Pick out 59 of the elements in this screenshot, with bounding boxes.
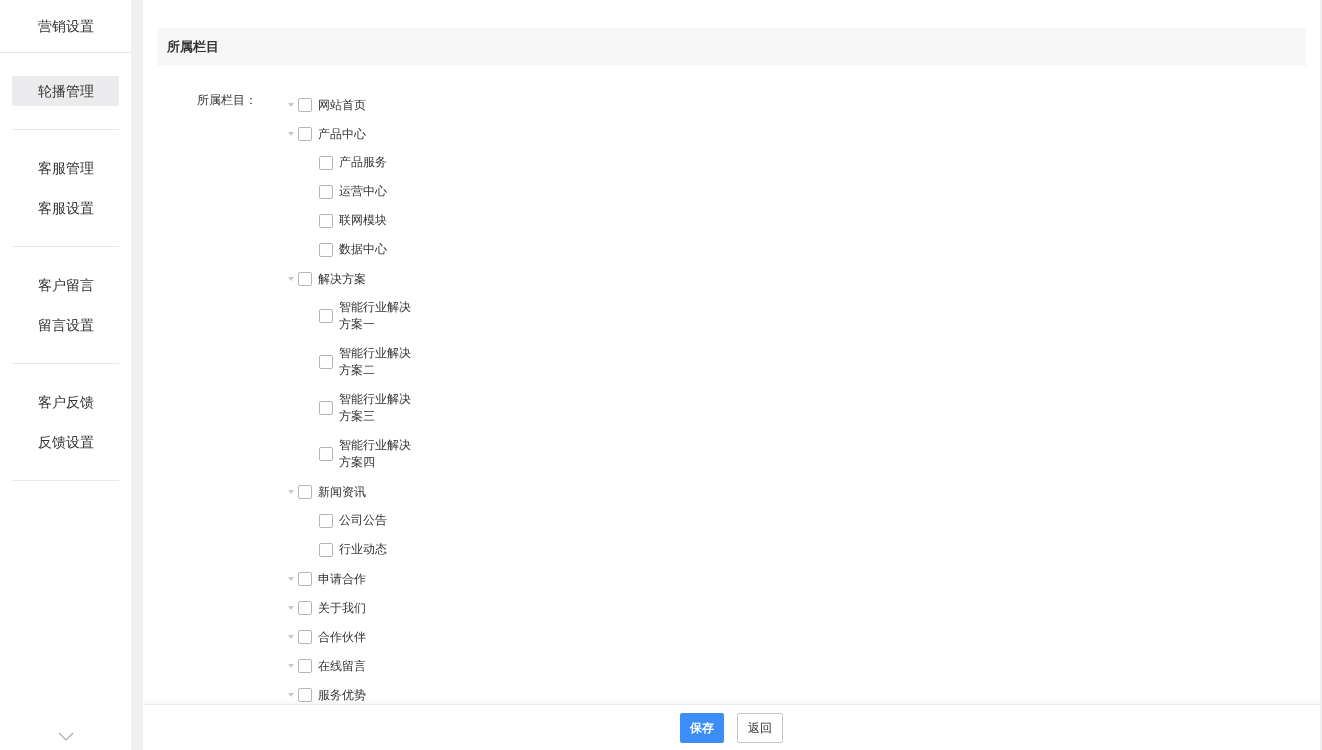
sidebar-item[interactable]: 轮播管理 <box>12 76 119 106</box>
checkbox[interactable] <box>298 629 312 644</box>
checkbox[interactable] <box>319 542 333 557</box>
tree-item-label: 数据中心 <box>339 241 388 258</box>
field-label: 所属栏目： <box>196 92 257 109</box>
checkbox[interactable] <box>319 242 333 257</box>
back-button[interactable]: 返回 <box>737 712 783 743</box>
sidebar-item[interactable]: 反馈设置 <box>12 427 119 457</box>
sidebar-item[interactable]: 客服管理 <box>12 153 119 183</box>
caret-down-icon[interactable] <box>287 603 295 612</box>
checkbox[interactable] <box>319 184 333 199</box>
checkbox[interactable] <box>298 97 312 112</box>
tree-item-label: 网站首页 <box>318 96 366 114</box>
tree-item-label: 智能行业解决方案四 <box>339 437 412 471</box>
tree-item-label: 产品服务 <box>339 154 388 171</box>
caret-down-icon[interactable] <box>287 632 295 641</box>
checkbox[interactable] <box>319 401 333 415</box>
tree-item-label: 行业动态 <box>339 541 388 558</box>
tree-item-label: 解决方案 <box>318 270 366 288</box>
tree-item-label: 智能行业解决方案三 <box>339 391 412 425</box>
caret-down-icon[interactable] <box>287 487 295 496</box>
checkbox[interactable] <box>319 447 333 461</box>
tree-item-label: 公司公告 <box>339 512 388 529</box>
checkbox[interactable] <box>319 513 333 528</box>
caret-down-icon[interactable] <box>287 274 295 283</box>
sidebar-item[interactable]: 客服设置 <box>12 193 119 223</box>
caret-down-icon[interactable] <box>287 690 295 699</box>
tree-item-label: 在线留言 <box>318 657 366 675</box>
tree-item-label: 服务优势 <box>318 686 366 704</box>
tree-item-label: 申请合作 <box>318 570 366 588</box>
checkbox[interactable] <box>298 484 312 499</box>
caret-down-icon[interactable] <box>287 661 295 670</box>
checkbox[interactable] <box>298 571 312 586</box>
checkbox[interactable] <box>319 213 333 228</box>
tree-item-label: 关于我们 <box>318 599 366 617</box>
caret-down-icon[interactable] <box>287 574 295 583</box>
caret-down-icon[interactable] <box>287 100 295 109</box>
section-header: 所属栏目 <box>157 28 1306 66</box>
tree-item-label: 新闻资讯 <box>318 483 366 501</box>
sidebar-item[interactable]: 留言设置 <box>12 310 119 340</box>
tree-item-label: 智能行业解决方案一 <box>339 299 412 333</box>
tree-item-label: 智能行业解决方案二 <box>339 345 412 379</box>
tree-item-label: 联网模块 <box>339 212 388 229</box>
checkbox[interactable] <box>298 658 312 673</box>
checkbox[interactable] <box>319 355 333 369</box>
sidebar-title: 营销设置 <box>0 0 131 53</box>
checkbox[interactable] <box>298 271 312 286</box>
caret-down-icon[interactable] <box>287 129 295 138</box>
checkbox[interactable] <box>319 309 333 323</box>
tree-item-label: 运营中心 <box>339 183 388 200</box>
sidebar-item[interactable]: 客户留言 <box>12 270 119 300</box>
tree-item-label: 合作伙伴 <box>318 628 366 646</box>
checkbox[interactable] <box>298 687 312 702</box>
checkbox[interactable] <box>319 155 333 170</box>
sidebar-item[interactable]: 客户反馈 <box>12 387 119 417</box>
checkbox[interactable] <box>298 600 312 615</box>
tree-item-label: 产品中心 <box>318 125 366 143</box>
chevron-down-icon[interactable] <box>57 732 74 742</box>
checkbox[interactable] <box>298 126 312 141</box>
